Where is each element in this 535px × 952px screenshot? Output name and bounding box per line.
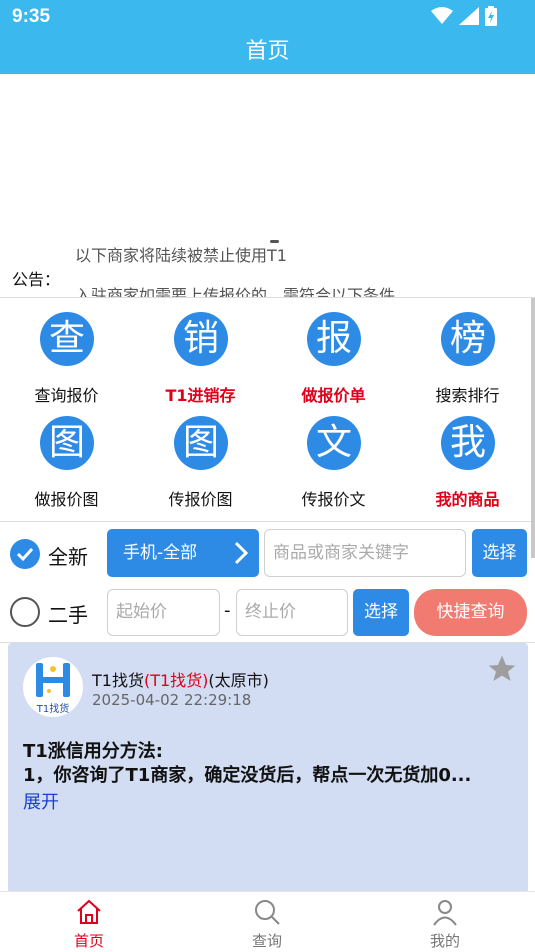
app-bar: 首页: [0, 34, 535, 74]
tab-label: 查询: [251, 932, 282, 950]
grid-item-make-quote-image[interactable]: 图 做报价图: [0, 416, 133, 516]
notice-line: 以下商家将陆续被禁止使用T1: [75, 246, 287, 265]
select-button[interactable]: 选择: [472, 529, 527, 577]
banner[interactable]: [0, 74, 535, 246]
shop-name-text: T1找货: [92, 671, 144, 690]
text-icon: 文: [307, 416, 361, 470]
logo-text: T1找货: [36, 702, 69, 715]
post-card[interactable]: T1找货 T1找货(T1找货)(太原市) 2025-04-02 22:29:18…: [8, 643, 528, 893]
min-price-input[interactable]: 起始价: [107, 589, 220, 636]
check-icon: [16, 547, 34, 562]
signal-icon: [459, 7, 479, 25]
notice-label: 公告：: [12, 270, 61, 289]
max-price-input[interactable]: 终止价: [236, 589, 348, 636]
radio-used-label[interactable]: 二手: [48, 599, 88, 628]
price-select-button[interactable]: 选择: [353, 589, 409, 636]
home-icon: [77, 899, 101, 924]
divider: [0, 521, 535, 522]
radio-used[interactable]: [10, 597, 40, 627]
query-icon: 查: [40, 312, 94, 366]
post-content: 1，你咨询了T1商家，确定没货后，帮点一次无货加0...: [23, 765, 472, 786]
scrollbar[interactable]: [531, 298, 535, 558]
grid-label: T1进销存: [165, 386, 236, 405]
grid-item-inventory[interactable]: 销 T1进销存: [134, 312, 267, 412]
ranking-icon: 榜: [441, 312, 495, 366]
battery-icon: [485, 6, 497, 26]
post-datetime: 2025-04-02 22:29:18: [92, 691, 252, 709]
category-selector[interactable]: 手机-全部: [107, 529, 259, 577]
grid-label: 做报价单: [301, 386, 366, 405]
status-bar: 9:35: [0, 0, 535, 34]
keyword-input[interactable]: 商品或商家关键字: [264, 529, 466, 577]
shop-tag: (T1找货): [143, 671, 209, 690]
user-icon: [433, 900, 457, 926]
post-title: T1涨信用分方法:: [23, 741, 164, 762]
filter-row-new: 全新 手机-全部 商品或商家关键字 选择: [0, 528, 535, 580]
wifi-icon: [431, 7, 453, 24]
price-range-dash: -: [224, 600, 231, 621]
grid-label: 我的商品: [435, 490, 500, 509]
notice-line: 入驻商家如需要上传报价的，需符合以下条件: [75, 286, 396, 298]
me-icon: 我: [441, 416, 495, 470]
status-time: 9:35: [12, 6, 51, 27]
grid-label: 查询报价: [34, 386, 99, 405]
page-title: 首页: [245, 39, 290, 64]
tab-label: 我的: [429, 932, 460, 950]
grid-label: 做报价图: [34, 490, 99, 509]
tab-query[interactable]: 查询: [178, 892, 356, 952]
avatar[interactable]: T1找货: [23, 657, 83, 717]
chevron-right-icon: [234, 541, 249, 565]
report-icon: 报: [307, 312, 361, 366]
grid-label: 传报价图: [168, 490, 233, 509]
grid-item-my-products[interactable]: 我 我的商品: [401, 416, 534, 516]
tab-mine[interactable]: 我的: [356, 892, 534, 952]
image-icon: 图: [40, 416, 94, 470]
grid-item-upload-quote-image[interactable]: 图 传报价图: [134, 416, 267, 516]
favorite-star-icon[interactable]: [486, 653, 518, 689]
radio-new-label[interactable]: 全新: [48, 541, 88, 570]
sales-icon: 销: [174, 312, 228, 366]
grid-label: 搜索排行: [435, 386, 500, 405]
search-icon: [255, 900, 280, 925]
tab-home[interactable]: 首页: [0, 892, 178, 952]
t1-logo-icon: T1找货: [36, 663, 70, 715]
bottom-tab-bar: 首页 查询 我的: [0, 891, 535, 951]
grid-label: 传报价文: [301, 490, 366, 509]
category-label: 手机-全部: [123, 543, 198, 563]
shop-name: T1找货(T1找货)(太原市): [92, 667, 269, 691]
quick-query-button[interactable]: 快捷查询: [414, 589, 527, 636]
shop-city: (太原市): [208, 671, 269, 690]
filter-row-used: 二手 起始价 - 终止价 选择 快捷查询: [0, 588, 535, 640]
max-price-placeholder: 终止价: [245, 602, 296, 622]
grid-item-make-quote[interactable]: 报 做报价单: [267, 312, 400, 412]
image-icon: 图: [174, 416, 228, 470]
banner-indicator: [270, 240, 279, 243]
grid-item-query-quote[interactable]: 查 查询报价: [0, 312, 133, 412]
keyword-placeholder: 商品或商家关键字: [273, 543, 409, 563]
grid-item-search-ranking[interactable]: 榜 搜索排行: [401, 312, 534, 412]
notice-bar[interactable]: 公告： 以下商家将陆续被禁止使用T1 入驻商家如需要上传报价的，需符合以下条件: [0, 246, 535, 298]
expand-link[interactable]: 展开: [23, 788, 59, 814]
notice-text: 以下商家将陆续被禁止使用T1 入驻商家如需要上传报价的，需符合以下条件: [75, 246, 515, 298]
radio-new[interactable]: [10, 539, 40, 569]
tab-label: 首页: [73, 932, 104, 950]
grid-item-upload-quote-text[interactable]: 文 传报价文: [267, 416, 400, 516]
status-icons: [431, 6, 497, 26]
min-price-placeholder: 起始价: [116, 602, 167, 622]
